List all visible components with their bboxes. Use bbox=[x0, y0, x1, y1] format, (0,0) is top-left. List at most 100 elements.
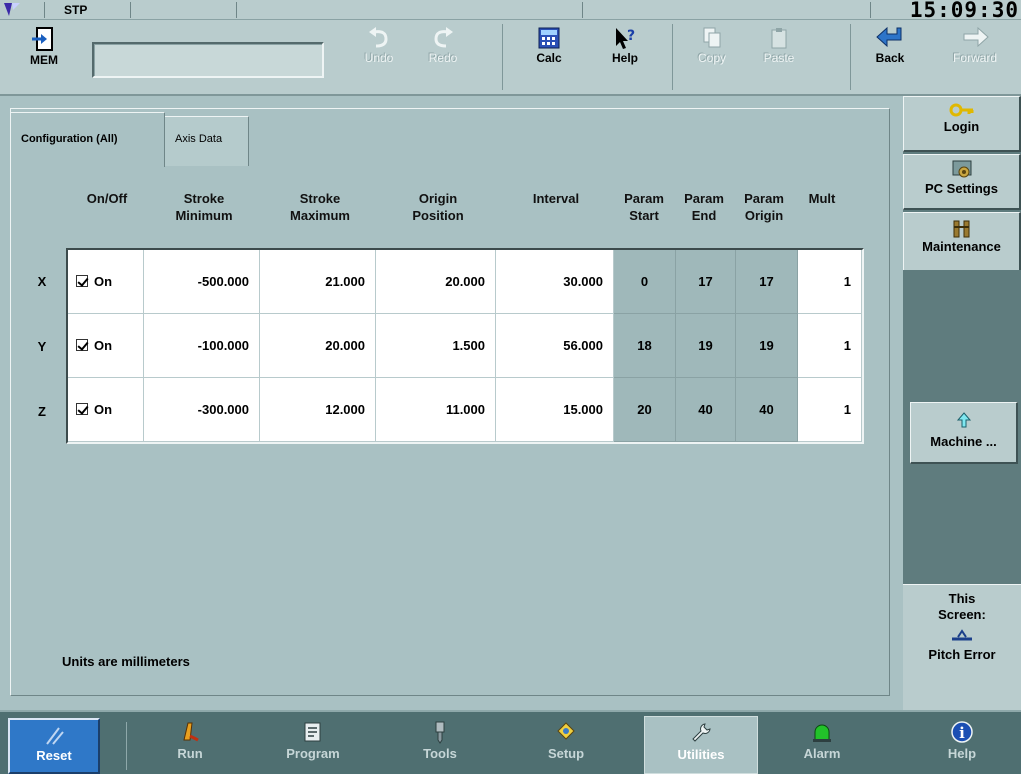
info-icon: i bbox=[951, 721, 973, 743]
cell-origin-z[interactable]: 11.000 bbox=[376, 378, 496, 442]
onoff-checkbox-x[interactable]: On bbox=[68, 250, 144, 314]
nav-program[interactable]: Program bbox=[270, 716, 356, 774]
setup-icon bbox=[557, 722, 575, 740]
cell-stroke-max-x[interactable]: 21.000 bbox=[260, 250, 376, 314]
nav-utilities-label: Utilities bbox=[677, 747, 725, 762]
axis-config-grid: On -500.000 21.000 20.000 30.000 0 17 17… bbox=[66, 248, 864, 444]
bottom-nav: Reset Run Program Tools Setup Utilities … bbox=[0, 710, 1021, 774]
separator bbox=[236, 2, 237, 18]
maintenance-button[interactable]: Maintenance bbox=[903, 212, 1021, 270]
help-toolbar-button[interactable]: ? Help bbox=[594, 20, 656, 96]
cell-mult-x[interactable]: 1 bbox=[798, 250, 862, 314]
onoff-checkbox-z[interactable]: On bbox=[68, 378, 144, 442]
row-label-z: Z bbox=[38, 404, 46, 419]
nav-program-label: Program bbox=[286, 746, 340, 761]
onoff-checkbox-y[interactable]: On bbox=[68, 314, 144, 378]
separator bbox=[44, 2, 45, 18]
toolbar: MEM Undo Redo Calc ? Help Copy Paste Bac… bbox=[0, 20, 1021, 96]
units-note: Units are millimeters bbox=[62, 654, 190, 669]
forward-arrow-icon bbox=[963, 26, 989, 48]
help-toolbar-label: Help bbox=[611, 51, 638, 65]
this-screen-line1: This bbox=[948, 591, 976, 606]
back-button[interactable]: Back bbox=[862, 20, 918, 96]
clock: 15:09:30 bbox=[909, 0, 1019, 22]
nav-setup[interactable]: Setup bbox=[524, 716, 608, 774]
separator bbox=[850, 24, 851, 90]
paste-button[interactable]: Paste bbox=[748, 20, 810, 96]
cell-param-end-y: 19 bbox=[676, 314, 736, 378]
cell-stroke-max-z[interactable]: 12.000 bbox=[260, 378, 376, 442]
mem-icon bbox=[32, 27, 53, 51]
nav-utilities[interactable]: Utilities bbox=[644, 716, 758, 774]
cell-stroke-max-y[interactable]: 20.000 bbox=[260, 314, 376, 378]
reset-slash-icon bbox=[46, 727, 64, 745]
onoff-label: On bbox=[94, 402, 113, 417]
copy-button[interactable]: Copy bbox=[682, 20, 742, 96]
utilities-wrench-icon bbox=[692, 723, 711, 742]
col-header-origin-position: Origin Position bbox=[378, 190, 498, 224]
cell-interval-z[interactable]: 15.000 bbox=[496, 378, 614, 442]
nav-alarm[interactable]: Alarm bbox=[782, 716, 862, 774]
nav-run[interactable]: Run bbox=[150, 716, 230, 774]
calc-label: Calc bbox=[536, 51, 562, 65]
col-header-line1: Origin bbox=[418, 191, 458, 206]
col-header-stroke-max: Stroke Maximum bbox=[262, 190, 378, 224]
tab-axis-data[interactable]: Axis Data bbox=[165, 116, 249, 166]
col-header-line1: Mult bbox=[808, 191, 836, 206]
paste-label: Paste bbox=[763, 51, 795, 65]
col-header-param-start: Param Start bbox=[614, 190, 674, 224]
svg-text:i: i bbox=[959, 724, 965, 742]
reset-button[interactable]: Reset bbox=[8, 718, 100, 774]
cell-origin-x[interactable]: 20.000 bbox=[376, 250, 496, 314]
pitch-error-icon bbox=[952, 629, 972, 641]
tab-configuration-all[interactable]: Configuration (All) bbox=[10, 112, 165, 167]
cell-mult-z[interactable]: 1 bbox=[798, 378, 862, 442]
separator bbox=[870, 2, 871, 18]
col-header-line2: End bbox=[691, 208, 717, 223]
cell-param-end-z: 40 bbox=[676, 378, 736, 442]
this-screen-line2: Screen: bbox=[938, 607, 986, 622]
undo-label: Undo bbox=[364, 51, 394, 65]
separator bbox=[130, 2, 131, 18]
nav-help[interactable]: i Help bbox=[922, 716, 1002, 774]
col-header-line1: On/Off bbox=[86, 191, 128, 206]
login-button[interactable]: Login bbox=[903, 96, 1021, 152]
checkbox-icon bbox=[76, 275, 88, 287]
mem-button[interactable]: MEM bbox=[14, 20, 74, 96]
col-header-interval: Interval bbox=[498, 190, 614, 207]
nav-tools[interactable]: Tools bbox=[400, 716, 480, 774]
mem-display-field bbox=[92, 42, 324, 78]
back-label: Back bbox=[875, 51, 905, 65]
col-header-line2: Minimum bbox=[175, 208, 233, 223]
cell-interval-y[interactable]: 56.000 bbox=[496, 314, 614, 378]
copy-icon bbox=[703, 27, 721, 48]
col-header-param-end: Param End bbox=[674, 190, 734, 224]
col-header-line1: Stroke bbox=[183, 191, 225, 206]
row-label-y: Y bbox=[37, 339, 47, 354]
copy-label: Copy bbox=[697, 51, 726, 65]
col-header-line2: Maximum bbox=[290, 208, 350, 223]
col-header-onoff: On/Off bbox=[70, 190, 144, 207]
undo-button[interactable]: Undo bbox=[348, 20, 410, 96]
col-header-line1: Param bbox=[624, 191, 664, 206]
cell-stroke-min-y[interactable]: -100.000 bbox=[144, 314, 260, 378]
pc-settings-button[interactable]: PC Settings bbox=[903, 154, 1021, 210]
cell-stroke-min-z[interactable]: -300.000 bbox=[144, 378, 260, 442]
cell-param-end-x: 17 bbox=[676, 250, 736, 314]
calculator-icon bbox=[538, 27, 560, 49]
cell-origin-y[interactable]: 1.500 bbox=[376, 314, 496, 378]
machine-button[interactable]: Machine ... bbox=[910, 402, 1018, 464]
nav-run-label: Run bbox=[177, 746, 203, 761]
forward-button[interactable]: Forward bbox=[930, 20, 1020, 96]
cell-stroke-min-x[interactable]: -500.000 bbox=[144, 250, 260, 314]
cell-param-origin-x: 17 bbox=[736, 250, 798, 314]
cell-interval-x[interactable]: 30.000 bbox=[496, 250, 614, 314]
redo-button[interactable]: Redo bbox=[412, 20, 474, 96]
help-pointer-icon: ? bbox=[616, 28, 635, 49]
cell-mult-y[interactable]: 1 bbox=[798, 314, 862, 378]
calc-button[interactable]: Calc bbox=[518, 20, 580, 96]
maintenance-icon bbox=[953, 220, 969, 238]
cell-param-start-z: 20 bbox=[614, 378, 676, 442]
reset-label: Reset bbox=[36, 748, 72, 763]
logo-icon bbox=[4, 3, 20, 16]
